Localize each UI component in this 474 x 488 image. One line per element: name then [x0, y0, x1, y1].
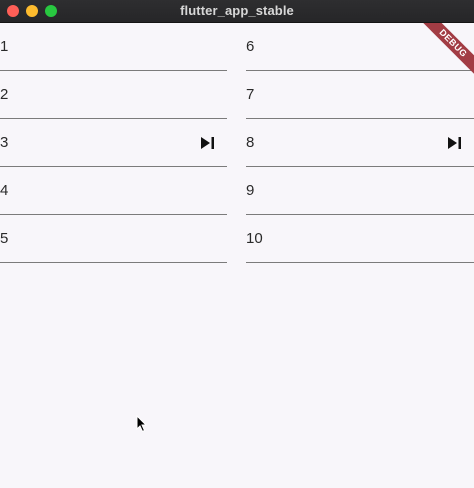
list-item[interactable]: 10: [246, 215, 474, 263]
right-list: 6 7 8 9 10: [246, 23, 474, 263]
list-item-label: 4: [0, 182, 9, 199]
list-item-label: 7: [246, 86, 255, 103]
list-item-label: 1: [0, 38, 9, 55]
skip-next-icon[interactable]: [448, 137, 462, 149]
list-item[interactable]: 6: [246, 23, 474, 71]
list-item[interactable]: 8: [246, 119, 474, 167]
list-item-label: 2: [0, 86, 9, 103]
list-item[interactable]: 1: [0, 23, 227, 71]
list-item[interactable]: 2: [0, 71, 227, 119]
title-bar[interactable]: flutter_app_stable: [0, 0, 474, 23]
list-item[interactable]: 3: [0, 119, 227, 167]
list-item-label: 6: [246, 38, 255, 55]
window-title: flutter_app_stable: [180, 3, 294, 18]
list-item-label: 5: [0, 230, 9, 247]
list-item[interactable]: 7: [246, 71, 474, 119]
list-item[interactable]: 9: [246, 167, 474, 215]
list-item-label: 8: [246, 134, 255, 151]
list-item-label: 3: [0, 134, 9, 151]
list-item-label: 9: [246, 182, 255, 199]
mouse-cursor-icon: [136, 415, 148, 433]
app-content: 1 2 3 4 5 6 7 8 9 10: [0, 23, 474, 488]
list-item[interactable]: 5: [0, 215, 227, 263]
skip-next-icon[interactable]: [201, 137, 215, 149]
app-window: flutter_app_stable 1 2 3 4 5 6 7 8 9 10 …: [0, 0, 474, 488]
list-item[interactable]: 4: [0, 167, 227, 215]
left-list: 1 2 3 4 5: [0, 23, 227, 263]
list-item-label: 10: [246, 230, 263, 247]
